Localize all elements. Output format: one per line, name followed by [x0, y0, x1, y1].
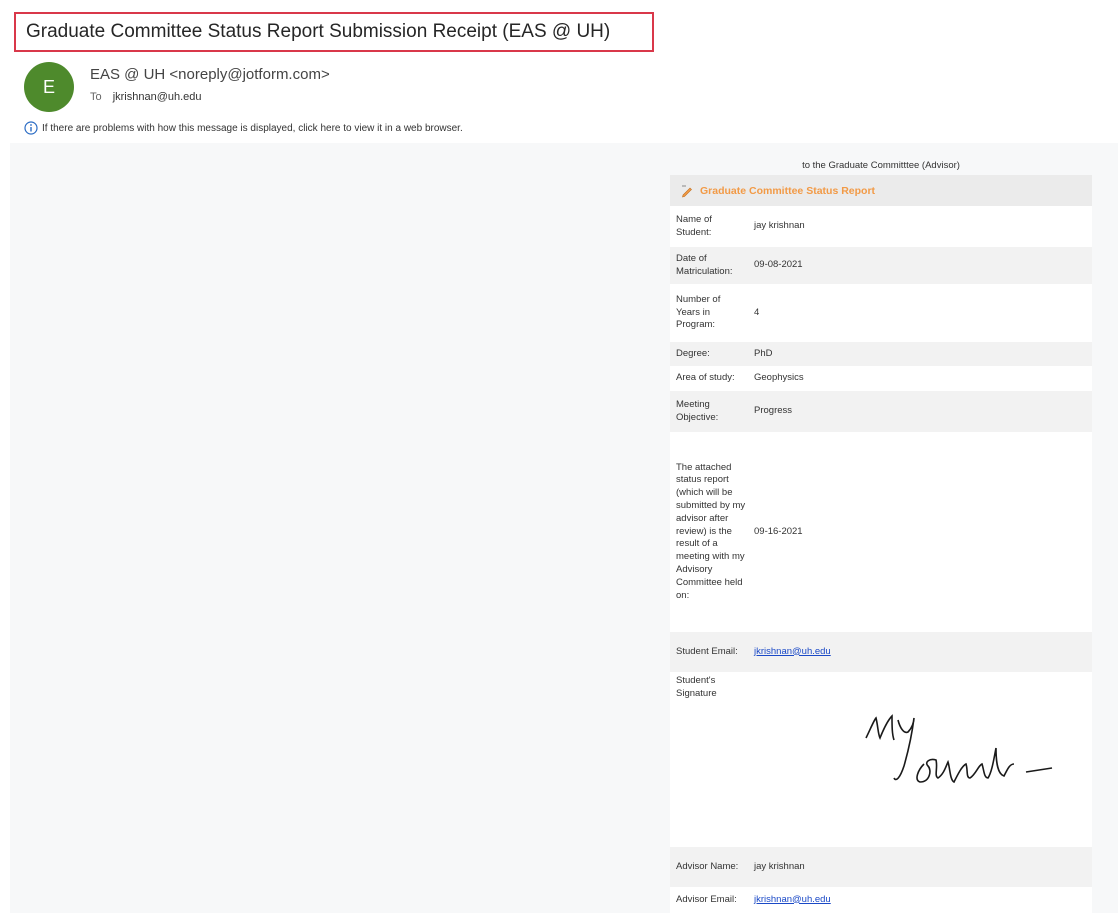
table-row: Area of study: Geophysics [670, 366, 1092, 391]
table-row: Student Email: jkrishnan@uh.edu [670, 632, 1092, 672]
table-row: Advisor Name: jay krishnan [670, 847, 1092, 887]
row-label: Degree: [670, 342, 748, 366]
form-caption: to the Graduate Committtee (Advisor) [802, 160, 960, 171]
row-label: Date of Matriculation: [670, 247, 748, 284]
info-icon [24, 121, 38, 135]
row-label: Name of Student: [670, 206, 748, 247]
row-label: Meeting Objective: [670, 391, 748, 432]
row-value: jkrishnan@uh.edu [748, 887, 1092, 913]
avatar-letter: E [42, 76, 55, 97]
table-row: Name of Student: jay krishnan [670, 206, 1092, 247]
email-subject: Graduate Committee Status Report Submiss… [14, 12, 654, 52]
to-line: To jkrishnan@uh.edu [90, 91, 202, 103]
info-bar[interactable]: If there are problems with how this mess… [24, 120, 463, 136]
pen-icon [682, 185, 692, 197]
table-row: Student's Signature [670, 672, 1092, 847]
table-row: The attached status report (which will b… [670, 432, 1092, 632]
row-value: Progress [748, 391, 1092, 432]
row-label: Student's Signature [670, 672, 748, 847]
form-table: Name of Student: jay krishnan Date of Ma… [670, 206, 1092, 913]
table-row: Degree: PhD [670, 342, 1092, 366]
row-label: Student Email: [670, 632, 748, 672]
table-row: Meeting Objective: Progress [670, 391, 1092, 432]
form-title: Graduate Committee Status Report [700, 184, 876, 197]
row-label: Number of Years in Program: [670, 284, 748, 342]
row-value: Geophysics [748, 366, 1092, 391]
row-value: 4 [748, 284, 1092, 342]
table-row: Date of Matriculation: 09-08-2021 [670, 247, 1092, 284]
row-value: jay krishnan [748, 206, 1092, 247]
signature-cell [748, 672, 1092, 847]
email-subject-text: Graduate Committee Status Report Submiss… [26, 21, 611, 42]
student-email-link[interactable]: jkrishnan@uh.edu [754, 646, 831, 657]
to-address[interactable]: jkrishnan@uh.edu [113, 91, 202, 103]
row-label: Advisor Name: [670, 847, 748, 887]
row-label: Advisor Email: [670, 887, 748, 913]
advisor-email-link[interactable]: jkrishnan@uh.edu [754, 894, 831, 905]
row-value: jkrishnan@uh.edu [748, 632, 1092, 672]
sender-row: E EAS @ UH <noreply@jotform.com> To jkri… [24, 62, 624, 114]
row-value: PhD [748, 342, 1092, 366]
row-label: The attached status report (which will b… [670, 432, 748, 632]
row-value: 09-16-2021 [748, 432, 1092, 632]
row-label: Area of study: [670, 366, 748, 391]
row-value: jay krishnan [748, 847, 1092, 887]
status-report-form: to the Graduate Committtee (Advisor) Gra… [670, 156, 1092, 913]
row-value: 09-08-2021 [748, 247, 1092, 284]
avatar[interactable]: E [24, 62, 74, 112]
student-signature [865, 714, 1053, 784]
form-header: Graduate Committee Status Report [670, 175, 1092, 206]
table-row: Advisor Email: jkrishnan@uh.edu [670, 887, 1092, 913]
to-label: To [90, 91, 102, 103]
info-message[interactable]: If there are problems with how this mess… [42, 123, 463, 134]
sender-name[interactable]: EAS @ UH <noreply@jotform.com> [90, 66, 330, 83]
table-row: Number of Years in Program: 4 [670, 284, 1092, 342]
